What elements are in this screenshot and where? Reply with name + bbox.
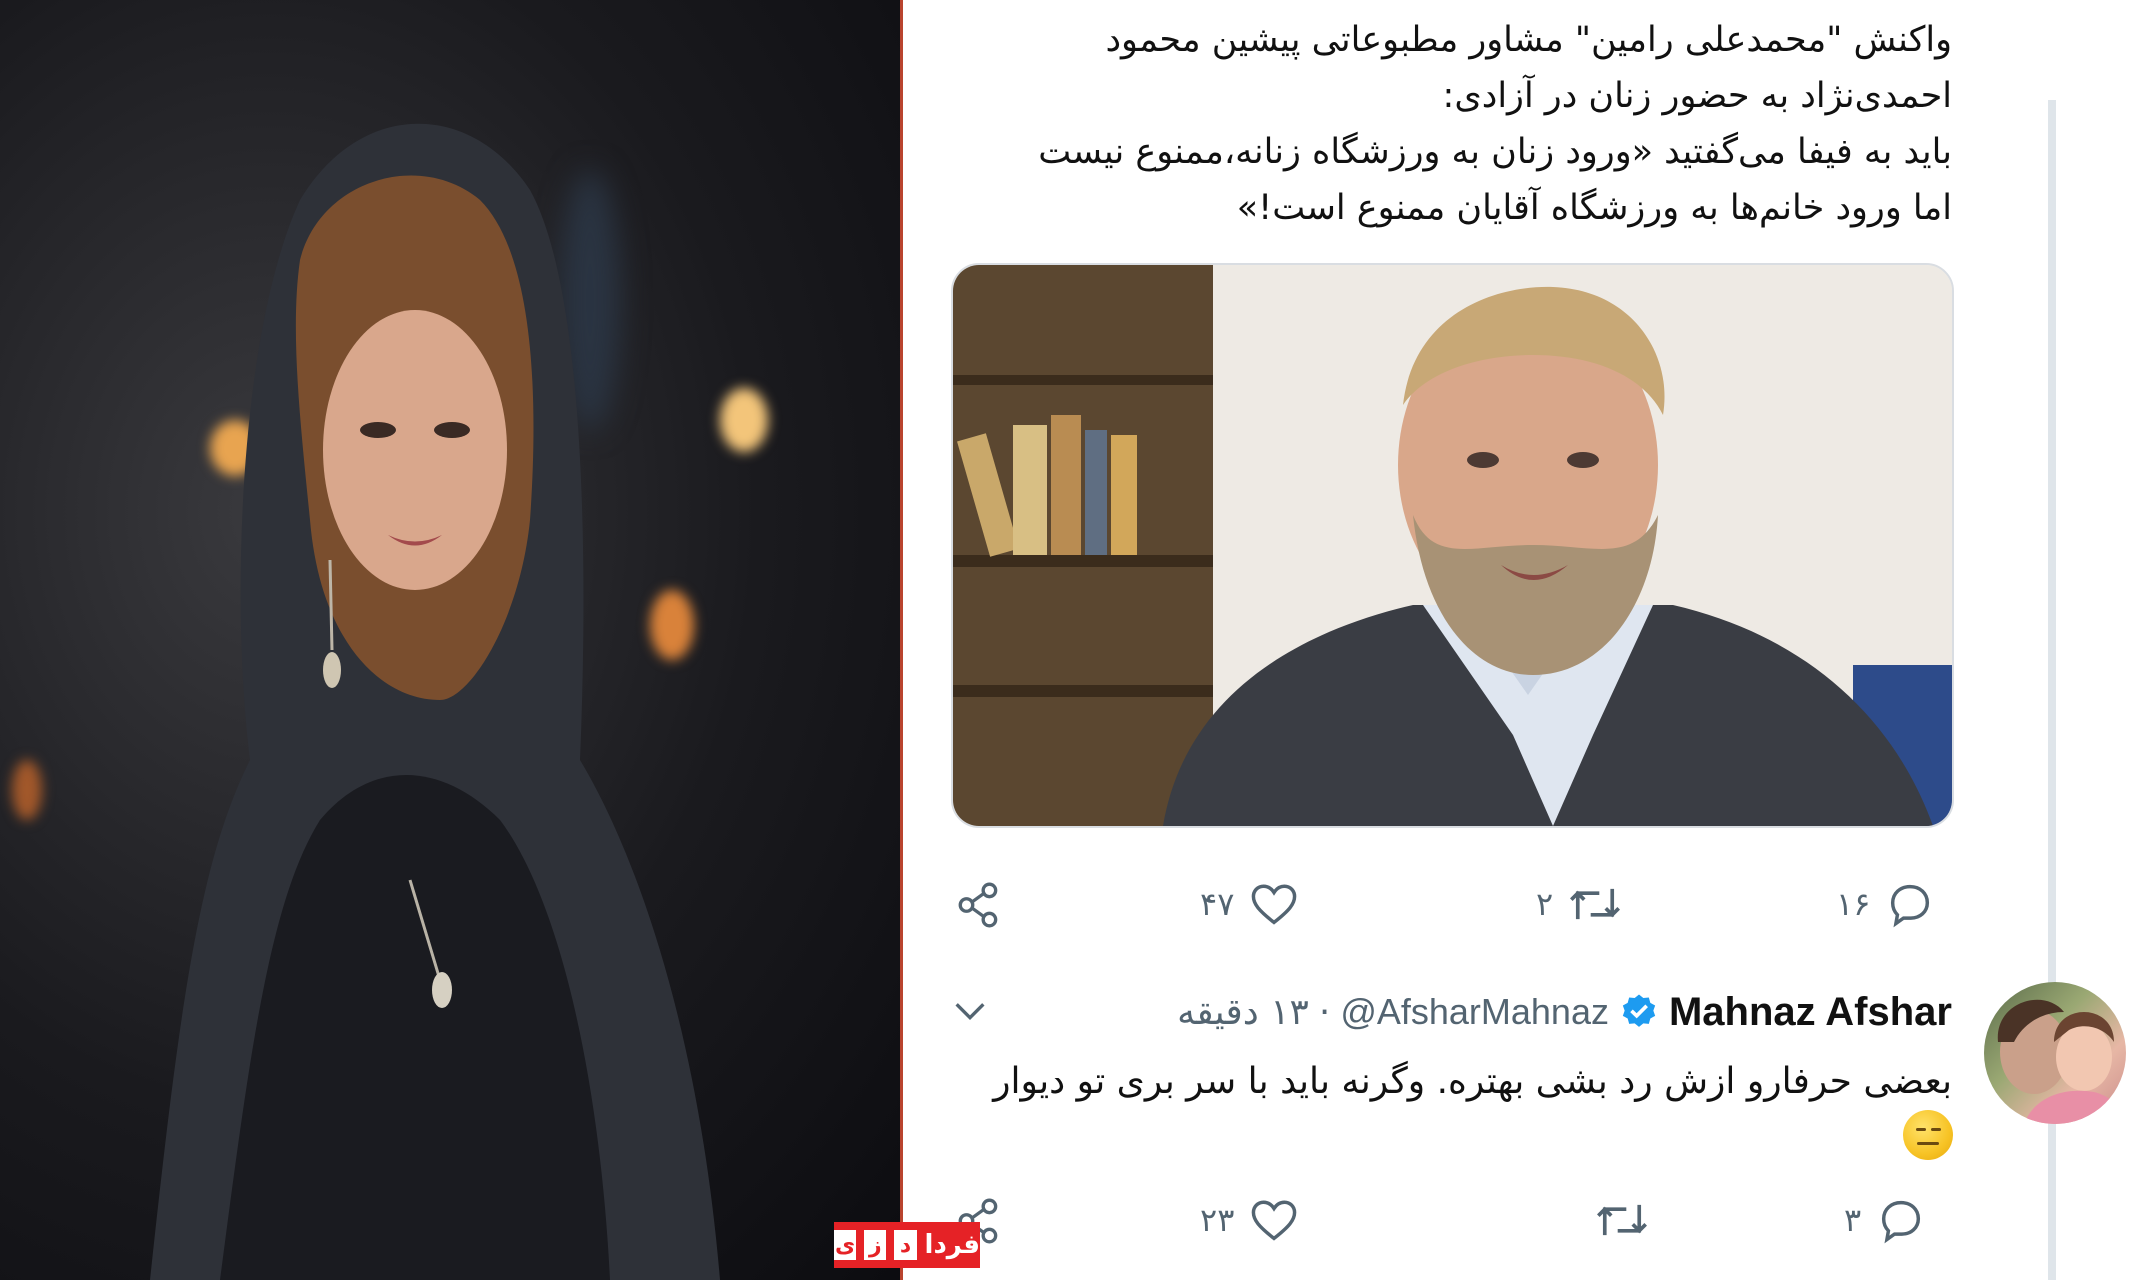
heart-icon [1252, 1200, 1297, 1241]
reply-actions: ۲۳ ۳ [940, 1188, 1960, 1252]
panel-divider [900, 0, 903, 1280]
tweet-text-line: باید به فیفا می‌گفتید «ورود زنان به ورزش… [1038, 132, 1952, 172]
tweet-text: واکنش "محمدعلی رامین" مشاور مطبوعاتی پیش… [940, 12, 1952, 236]
chevron-down-icon[interactable] [950, 995, 990, 1027]
reply-text: بعضی حرفارو ازش رد بشی بهتره. وگرنه باید… [940, 1054, 1952, 1110]
reply-bubble-icon [1882, 1200, 1921, 1244]
display-name[interactable]: Mahnaz Afshar [1669, 990, 1952, 1035]
reply-button[interactable]: ۱۶ [1836, 878, 1936, 930]
like-button[interactable]: ۲۳ [1200, 1194, 1300, 1246]
tweet-text-line: احمدی‌نژاد به حضور زنان در آزادی: [1442, 76, 1952, 116]
retweet-button[interactable]: ۲ [1536, 878, 1623, 930]
retweet-count: ۲ [1536, 885, 1554, 923]
like-count: ۴۷ [1200, 885, 1235, 923]
actress-photo [0, 0, 900, 1280]
man-portrait-photo [953, 265, 1952, 826]
heart-icon [1252, 884, 1297, 925]
avatar[interactable] [1984, 982, 2126, 1124]
reply-button[interactable]: ۳ [1844, 1194, 1927, 1246]
like-count: ۲۳ [1200, 1201, 1235, 1239]
retweet-icon [1597, 1204, 1647, 1236]
watermark-letter: ی [833, 1230, 857, 1260]
verified-badge-icon [1622, 994, 1656, 1027]
watermark-letter: د [894, 1230, 917, 1260]
site-watermark-logo: فردا د ز ی [833, 1222, 980, 1268]
portrait-figure [150, 123, 720, 1280]
watermark-word: فردا [924, 1230, 980, 1260]
reply-text-line: بعضی حرفارو ازش رد بشی بهتره. وگرنه باید… [993, 1061, 1952, 1102]
reply-count: ۳ [1844, 1201, 1862, 1239]
separator-dot: · [1318, 991, 1331, 1033]
tweet-text-line: واکنش "محمدعلی رامین" مشاور مطبوعاتی پیش… [1105, 20, 1952, 60]
retweet-button[interactable] [1580, 1194, 1650, 1246]
timestamp[interactable]: ۱۳ دقیقه [1177, 992, 1309, 1033]
tweet-actions: ۴۷ ۲ ۱۶ [940, 870, 1960, 934]
like-button[interactable]: ۴۷ [1200, 878, 1300, 930]
share-button[interactable] [954, 880, 1004, 930]
retweet-icon [1570, 888, 1621, 920]
watermark-letter: ز [864, 1230, 887, 1260]
share-icon [958, 882, 998, 928]
reply-count: ۱۶ [1836, 885, 1871, 923]
neutral-face-emoji-icon [1903, 1110, 1953, 1160]
user-handle[interactable]: @AfsharMahnaz [1340, 991, 1609, 1033]
tweet-text-line: اما ورود خانم‌ها به ورزشگاه آقایان ممنوع… [1236, 188, 1952, 228]
tweet-media-image[interactable] [951, 263, 1954, 828]
avatar-photo [1997, 999, 2126, 1124]
reply-bubble-icon [1891, 884, 1930, 928]
reply-header: Mahnaz Afshar @AfsharMahnaz · ۱۳ دقیقه [1080, 982, 1952, 1042]
